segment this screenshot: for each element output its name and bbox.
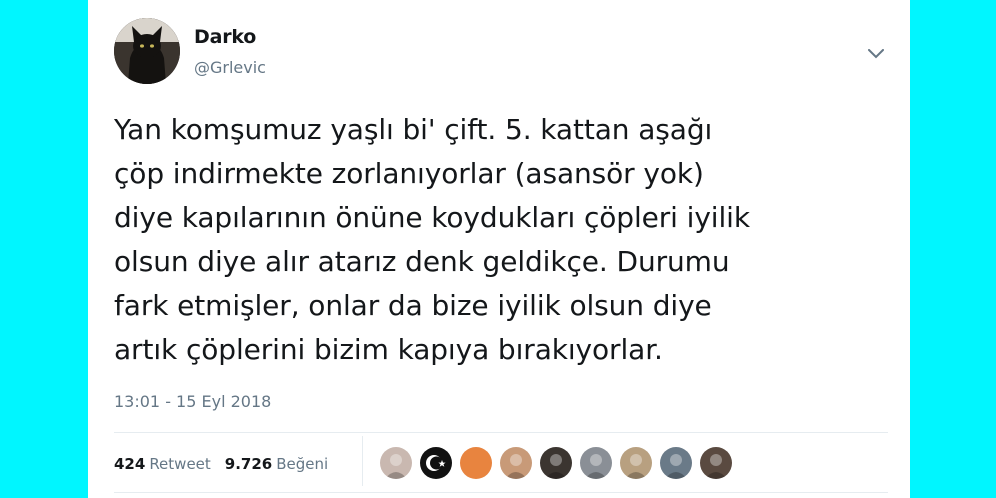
liker-avatar-3[interactable]	[460, 447, 492, 479]
tweet-timestamp[interactable]: 13:01 - 15 Eyl 2018	[114, 392, 271, 411]
user-handle[interactable]: @Grlevic	[194, 58, 266, 77]
divider	[114, 432, 888, 433]
like-count[interactable]: 9.726 Beğeni	[225, 455, 328, 473]
user-avatar[interactable]	[114, 18, 180, 84]
liker-avatar-6[interactable]	[580, 447, 612, 479]
tweet-text-line: Yan komşumuz yaşlı bi' çift. 5. kattan a…	[114, 113, 713, 146]
liker-avatar-1[interactable]	[380, 447, 412, 479]
liker-avatar-7[interactable]	[620, 447, 652, 479]
retweet-label: Retweet	[149, 455, 211, 473]
tweet-text-line: diye kapılarının önüne koydukları çöpler…	[114, 201, 750, 234]
tweet-text: Yan komşumuz yaşlı bi' çift. 5. kattan a…	[114, 108, 894, 372]
like-label: Beğeni	[276, 455, 329, 473]
black-cat-avatar-icon	[114, 18, 180, 84]
tweet-text-line: fark etmişler, onlar da bize iyilik olsu…	[114, 289, 712, 322]
tweet-text-line: olsun diye alır atarız denk geldikçe. Du…	[114, 245, 730, 278]
tweet-text-line: çöp indirmekte zorlanıyorlar (asansör yo…	[114, 157, 704, 190]
display-name[interactable]: Darko	[194, 26, 256, 48]
retweet-count[interactable]: 424 Retweet	[114, 455, 211, 473]
tweet-card: Darko @Grlevic Yan komşumuz yaşlı bi' çi…	[88, 0, 910, 498]
liker-avatar-4[interactable]	[500, 447, 532, 479]
liker-avatar-5[interactable]	[540, 447, 572, 479]
liker-avatar-9[interactable]	[700, 447, 732, 479]
tweet-text-line: artık çöplerini bizim kapıya bırakıyorla…	[114, 333, 663, 366]
liker-avatar-2[interactable]	[420, 447, 452, 479]
divider	[114, 492, 888, 493]
tweet-stats: 424 Retweet 9.726 Beğeni	[114, 446, 342, 482]
chevron-down-icon[interactable]	[864, 44, 888, 64]
liker-avatars	[380, 447, 740, 479]
like-count-value: 9.726	[224, 455, 273, 473]
liker-avatar-8[interactable]	[660, 447, 692, 479]
stats-separator	[362, 436, 363, 486]
retweet-count-value: 424	[114, 455, 146, 473]
